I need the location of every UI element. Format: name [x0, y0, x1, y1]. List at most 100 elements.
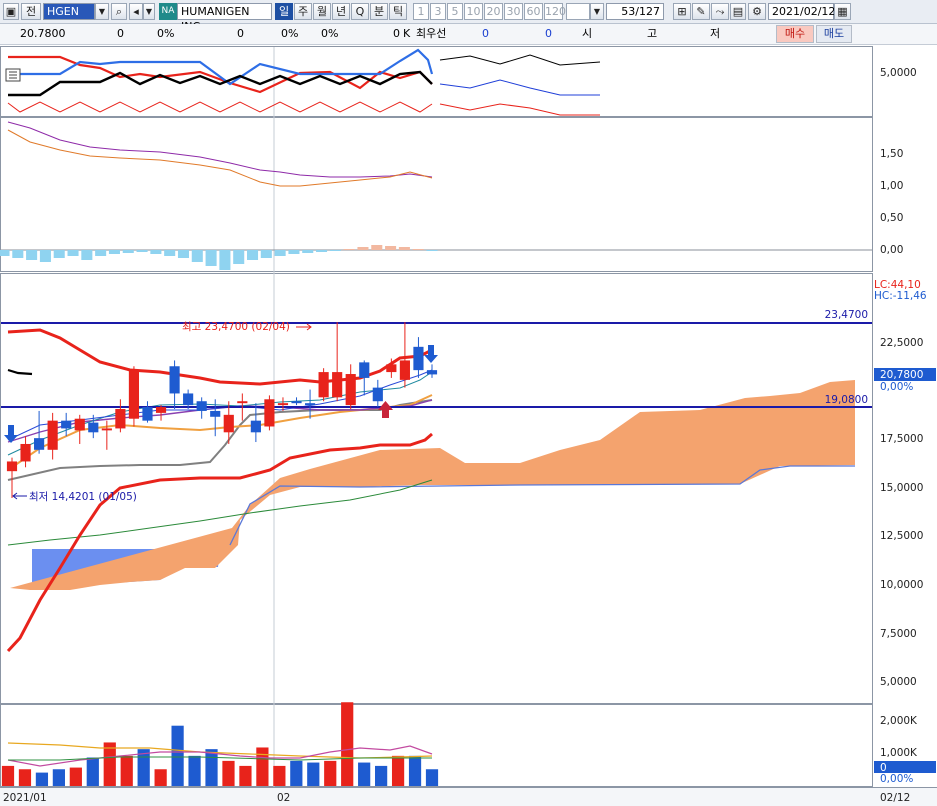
- volume-bar: [35, 772, 49, 786]
- panel2-oscillator: [0, 121, 872, 270]
- histogram-bar: [108, 250, 120, 254]
- histogram-bar: [426, 250, 438, 251]
- histogram-bar: [136, 250, 148, 252]
- volume-bar: [256, 747, 269, 786]
- panel1-indicators: [5, 48, 601, 116]
- histogram-bar: [302, 250, 314, 253]
- candle: [47, 412, 58, 460]
- candle-body: [169, 366, 180, 394]
- p2-tick: 0,00: [880, 244, 903, 256]
- histogram-bar: [357, 247, 369, 250]
- histogram-bar: [122, 250, 134, 253]
- candle: [332, 322, 343, 402]
- candle-body: [304, 403, 316, 406]
- candle-body: [345, 374, 356, 406]
- histogram-bar: [95, 250, 107, 256]
- candle: [142, 401, 153, 423]
- histogram-bar: [385, 246, 397, 250]
- candle: [345, 364, 356, 409]
- volume-bar: [103, 742, 116, 786]
- volume-pct-label: 0,00%: [880, 773, 913, 785]
- candle-body: [277, 403, 289, 406]
- histogram-bar: [164, 250, 176, 256]
- volume-bar: [86, 757, 99, 786]
- candle-body: [74, 418, 85, 431]
- histogram-bar: [288, 250, 300, 254]
- candle: [74, 414, 85, 444]
- volume-bar: [307, 762, 320, 786]
- histogram-bar: [219, 250, 231, 270]
- histogram-bar: [39, 250, 51, 262]
- histogram-bar: [398, 247, 410, 250]
- candle-body: [332, 372, 343, 398]
- p1-tick: 5,0000: [880, 67, 917, 79]
- volume-bar: [154, 769, 167, 786]
- high-annotation: 최고 23,4700 (02/04): [182, 321, 290, 333]
- candle-body: [413, 346, 424, 371]
- volume-bar: [391, 755, 405, 786]
- candle-body: [155, 407, 167, 413]
- histogram-bars: [0, 245, 438, 270]
- hc-label: HC:-11,46: [874, 290, 927, 302]
- p3-tick: 5,0000: [880, 676, 917, 688]
- candle-body: [20, 443, 31, 462]
- price-chart[interactable]: 최고 23,4700 (02/04) 최저 14,4201 (01/05) 23…: [0, 0, 937, 806]
- candle-body: [101, 428, 112, 431]
- volume-bar: [341, 702, 354, 786]
- volume-bar: [375, 765, 388, 786]
- candle: [61, 412, 72, 437]
- volume-bar: [69, 767, 82, 786]
- candle-body: [426, 370, 438, 375]
- volume-bar: [239, 765, 252, 786]
- volume-bar: [425, 769, 439, 786]
- candle: [196, 397, 207, 419]
- candle-body: [34, 438, 45, 450]
- histogram-bar: [260, 250, 272, 258]
- candle-body: [318, 372, 329, 398]
- current-price-label: 20,7800: [880, 369, 923, 381]
- xaxis-left-label: 2021/01: [3, 792, 47, 804]
- candle: [264, 395, 275, 431]
- xaxis-right-label: 02/12: [880, 792, 910, 804]
- candle-body: [291, 401, 302, 404]
- volume-bar: [171, 725, 184, 786]
- volume-bar: [1, 765, 15, 786]
- histogram-bar: [246, 250, 259, 260]
- candle-body: [386, 364, 397, 373]
- p4-tick: 1,000K: [880, 747, 918, 759]
- histogram-bar: [67, 250, 79, 256]
- candle: [250, 403, 261, 443]
- candle: [304, 389, 316, 419]
- candle-body: [372, 387, 383, 402]
- panel3-price: 최고 23,4700 (02/04) 최저 14,4201 (01/05) 23…: [1, 309, 872, 653]
- candle-body: [128, 370, 140, 419]
- p3-tick: 12,5000: [880, 530, 923, 542]
- candle-body: [237, 401, 248, 404]
- candle: [318, 368, 329, 402]
- volume-bar: [273, 765, 286, 786]
- p2-tick: 1,00: [880, 180, 903, 192]
- candle: [155, 405, 167, 421]
- p3-tick: 10,0000: [880, 579, 923, 591]
- candle: [101, 420, 112, 450]
- volume-bar: [290, 760, 303, 786]
- low-annotation: 최저 14,4201 (01/05): [29, 491, 137, 503]
- volume-bar: [188, 755, 201, 786]
- histogram-bar: [233, 250, 245, 264]
- p4-tick: 2,000K: [880, 715, 918, 727]
- histogram-bar: [81, 250, 93, 260]
- p3-tick: 15,0000: [880, 482, 923, 494]
- candle-body: [210, 410, 221, 417]
- candle-body: [142, 407, 153, 421]
- histogram-bar: [329, 250, 341, 251]
- volume-bar: [205, 749, 218, 786]
- candle-body: [183, 393, 194, 406]
- volume-bar: [52, 769, 65, 786]
- candle-body: [264, 399, 275, 427]
- p3-tick: 17,5000: [880, 433, 923, 445]
- candle: [372, 379, 383, 408]
- p3-tick: 22,5000: [880, 337, 923, 349]
- right-axis: 5,0000 1,50 1,00 0,50 0,00 LC:44,10 HC:-…: [874, 67, 936, 785]
- candle: [128, 366, 140, 427]
- volume-bar: [18, 769, 32, 786]
